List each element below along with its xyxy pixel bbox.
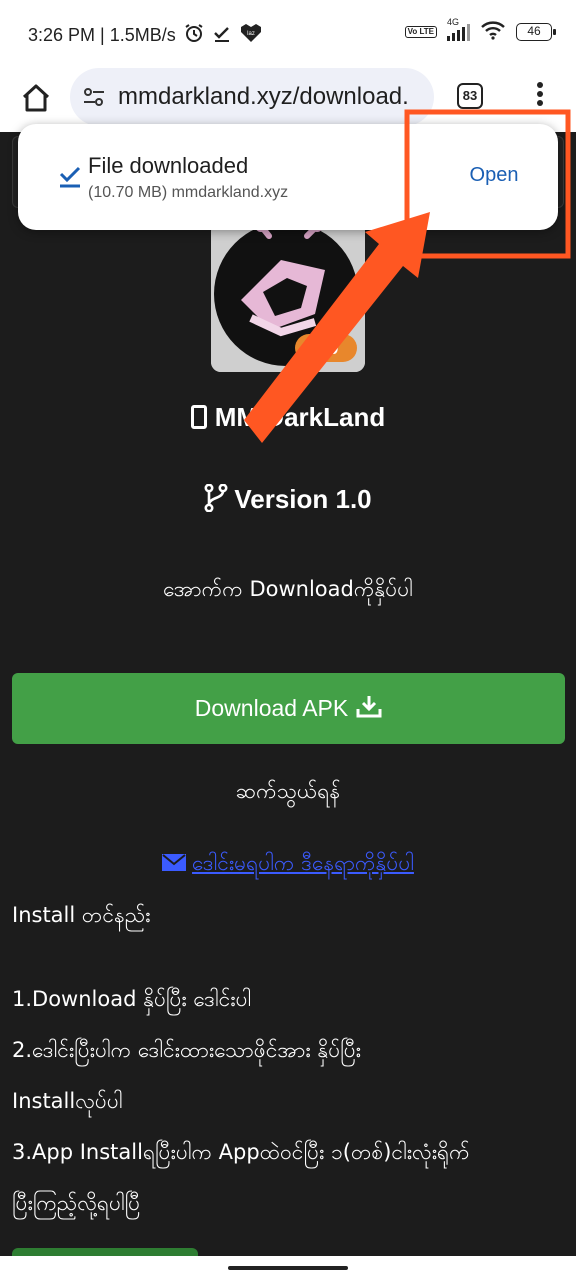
download-apk-button[interactable]: Download APK (12, 673, 565, 744)
menu-icon[interactable] (532, 82, 548, 110)
contact-link-text[interactable]: ဒေါင်းမရပါက ဒီနေရာကိုနှိပ်ပါ (192, 851, 414, 875)
contact-link[interactable]: ဒေါင်းမရပါက ဒီနေရာကိုနှိပ်ပါ (0, 850, 576, 881)
check-icon (212, 23, 232, 48)
status-bar: 3:26 PM | 1.5MB/s laz Vo LTE 4G 46 (0, 0, 576, 66)
green-button-partial[interactable] (12, 1248, 198, 1256)
alarm-icon (184, 23, 204, 48)
install-step: Installလုပ်ပါ (12, 1089, 123, 1113)
download-done-icon (58, 164, 82, 190)
open-button[interactable]: Open (448, 164, 540, 187)
install-step: 1.Download နှိပ်ပြီး ဒေါင်းပါ (12, 987, 252, 1011)
install-step: 2.ဒေါင်းပြီးပါက ဒေါင်းထားသောဖိုင်အား နှိ… (12, 1038, 362, 1062)
signal-label: 4G (447, 17, 460, 27)
url-text[interactable]: mmdarkland.xyz/download. (118, 83, 422, 113)
svg-text:laz: laz (247, 31, 255, 37)
version-label: Version 1.0 (0, 483, 576, 519)
status-time: 3:26 PM | 1.5MB/s (28, 25, 176, 45)
download-apk-label: Download APK (194, 695, 349, 721)
status-left: 3:26 PM | 1.5MB/s laz (28, 23, 262, 48)
home-icon[interactable] (18, 80, 54, 116)
install-step: ပြီးကြည့်လို့ရပါပြီ (12, 1191, 141, 1215)
tune-icon[interactable] (82, 86, 106, 108)
install-heading: Install တင်နည်း (12, 903, 151, 927)
contact-heading: ဆက်သွယ်ရန် (235, 779, 341, 803)
toast-title: File downloaded (88, 153, 249, 178)
navigation-bar (0, 1256, 576, 1280)
envelope-icon (162, 854, 187, 871)
install-step: 3.App Installရပြီးပါက Appထဲဝင်ပြီး ၁(တစ်… (12, 1140, 470, 1164)
browser-toolbar: mmdarkland.xyz/download. 83 (0, 66, 576, 132)
gesture-handle[interactable] (228, 1266, 348, 1270)
status-right: Vo LTE 4G 46 (404, 17, 556, 44)
lazada-icon: laz (240, 23, 262, 48)
mobile-icon (190, 405, 207, 429)
app-title: MM DarkLand (0, 402, 576, 433)
version-text: Version 1.0 (234, 484, 372, 514)
download-instruction: အောက်က Downloadကိုနှိပ်ပါ (163, 577, 413, 601)
volte-icon: Vo LTE (404, 26, 437, 38)
toast-subtitle: (10.70 MB) mmdarkland.xyz (88, 184, 289, 201)
logo-badge: 1.0 (313, 338, 338, 358)
wifi-icon (480, 20, 506, 44)
battery-icon: 46 (516, 23, 556, 41)
signal-icon: 4G (447, 17, 470, 41)
download-notification: File downloaded (10.70 MB) mmdarkland.xy… (18, 124, 558, 230)
code-branch-icon (204, 483, 228, 519)
install-steps: 1.Download နှိပ်ပြီး ဒေါင်းပါ 2.ဒေါင်းပြ… (12, 974, 564, 1229)
tab-switcher-button[interactable]: 83 (457, 83, 483, 109)
app-name-text: MM DarkLand (214, 402, 386, 432)
web-page: 1.0 MM DarkLand Version 1.0 အောက်က Downl… (0, 132, 576, 1256)
app-logo: 1.0 (211, 222, 365, 372)
address-bar[interactable]: mmdarkland.xyz/download. (70, 68, 434, 126)
download-icon (356, 694, 382, 724)
